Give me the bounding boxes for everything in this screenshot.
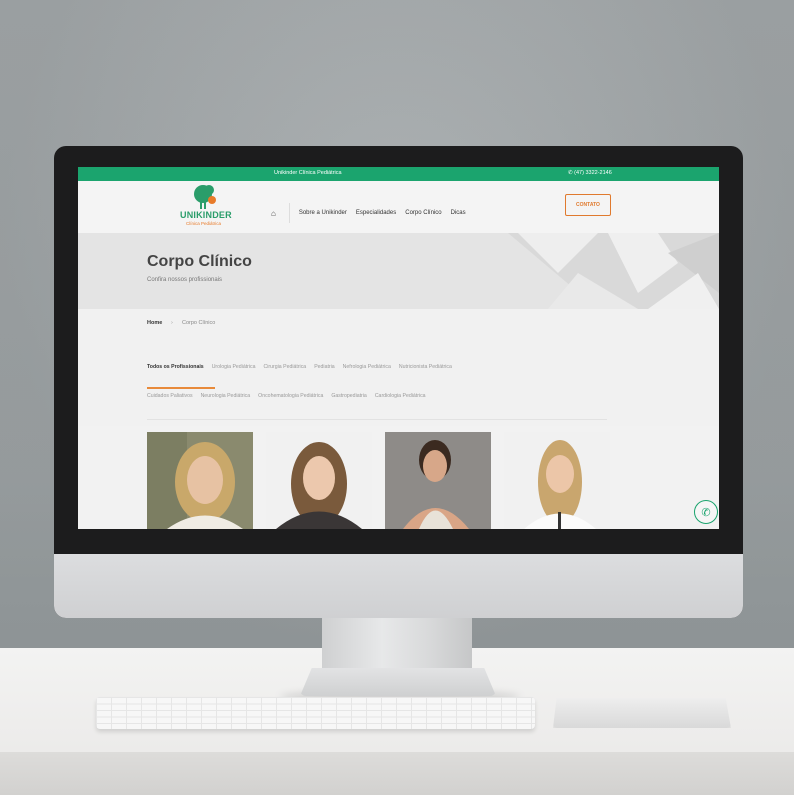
- specialty-filters: Todos os Profissionais Urologia Pediátri…: [78, 336, 719, 426]
- professional-card-3[interactable]: [385, 432, 491, 529]
- whatsapp-icon[interactable]: ✆: [694, 500, 718, 524]
- site-header: UNIKINDER Clínica Pediátrica ⌂ Sobre a U…: [78, 181, 719, 234]
- filter-cuidados[interactable]: Cuidados Paliativos: [147, 393, 193, 399]
- page-subtitle: Confira nossos profissionais: [147, 277, 223, 283]
- keyboard: [96, 697, 535, 729]
- breadcrumb-home[interactable]: Home: [147, 320, 162, 326]
- contact-button[interactable]: CONTATO: [565, 194, 611, 216]
- filter-oncohematologia[interactable]: Oncohematologia Pediátrica: [258, 393, 323, 399]
- logo-mark-icon: [194, 185, 216, 209]
- professional-card-1[interactable]: [147, 432, 253, 529]
- filter-nefrologia[interactable]: Nefrologia Pediátrica: [343, 364, 391, 370]
- topbar-brand: Unikinder Clínica Pediátrica: [274, 170, 342, 176]
- nav-item-sobre[interactable]: Sobre a Unikinder: [299, 210, 347, 216]
- top-bar: Unikinder Clínica Pediátrica ✆ (47) 3322…: [78, 167, 719, 181]
- filter-pediatria[interactable]: Pediatria: [314, 364, 334, 370]
- topbar-phone-number: (47) 3322-2146: [574, 170, 612, 176]
- professional-photo: [385, 432, 491, 529]
- filter-gastropediatria[interactable]: Gastropediatria: [331, 393, 366, 399]
- nav-item-dicas[interactable]: Dicas: [451, 210, 466, 216]
- logo-name: UNIKINDER: [180, 210, 232, 220]
- topbar-phone[interactable]: ✆ (47) 3322-2146: [568, 170, 612, 176]
- professional-photo: [266, 432, 372, 529]
- professional-photo: [504, 432, 610, 529]
- breadcrumb-separator: ›: [171, 320, 173, 326]
- monitor-stand: [322, 612, 472, 672]
- breadcrumb-current: Corpo Clínico: [182, 320, 216, 326]
- professional-card-2[interactable]: [266, 432, 372, 529]
- filter-nutricionista[interactable]: Nutricionista Pediátrica: [399, 364, 452, 370]
- nav-item-especialidades[interactable]: Especialidades: [356, 210, 396, 216]
- logo-subtitle: Clínica Pediátrica: [186, 221, 222, 226]
- professional-photo: [147, 432, 253, 529]
- filter-row-1: Todos os Profissionais Urologia Pediátri…: [147, 364, 452, 370]
- monitor-stand-base: [300, 668, 496, 696]
- filter-cirurgia[interactable]: Cirurgia Pediátrica: [264, 364, 307, 370]
- monitor-chin: [54, 554, 743, 618]
- filter-urologia[interactable]: Urologia Pediátrica: [212, 364, 256, 370]
- active-filter-underline: [147, 387, 215, 389]
- professionals-grid: [78, 429, 719, 529]
- hero-pattern: [508, 233, 719, 309]
- filter-neurologia[interactable]: Neurologia Pediátrica: [201, 393, 251, 399]
- page-title: Corpo Clínico: [147, 253, 252, 270]
- home-icon[interactable]: ⌂: [271, 209, 276, 218]
- breadcrumb: Home › Corpo Clínico: [78, 309, 719, 337]
- filters-divider: [147, 419, 607, 420]
- page-hero: Corpo Clínico Confira nossos profissiona…: [78, 233, 719, 309]
- trackpad: [553, 698, 731, 728]
- professional-card-4[interactable]: [504, 432, 610, 529]
- filter-cardiologia[interactable]: Cardiologia Pediátrica: [375, 393, 426, 399]
- desk-edge: [0, 752, 794, 795]
- main-nav: ⌂ Sobre a Unikinder Especialidades Corpo…: [271, 203, 466, 223]
- screen: Unikinder Clínica Pediátrica ✆ (47) 3322…: [78, 167, 719, 529]
- nav-item-corpo-clinico[interactable]: Corpo Clínico: [405, 210, 441, 216]
- filter-row-2: Cuidados Paliativos Neurologia Pediátric…: [147, 393, 426, 399]
- filter-todos[interactable]: Todos os Profissionais: [147, 364, 204, 370]
- monitor: Unikinder Clínica Pediátrica ✆ (47) 3322…: [54, 146, 743, 618]
- logo[interactable]: UNIKINDER Clínica Pediátrica: [178, 181, 234, 231]
- nav-divider: [288, 203, 290, 223]
